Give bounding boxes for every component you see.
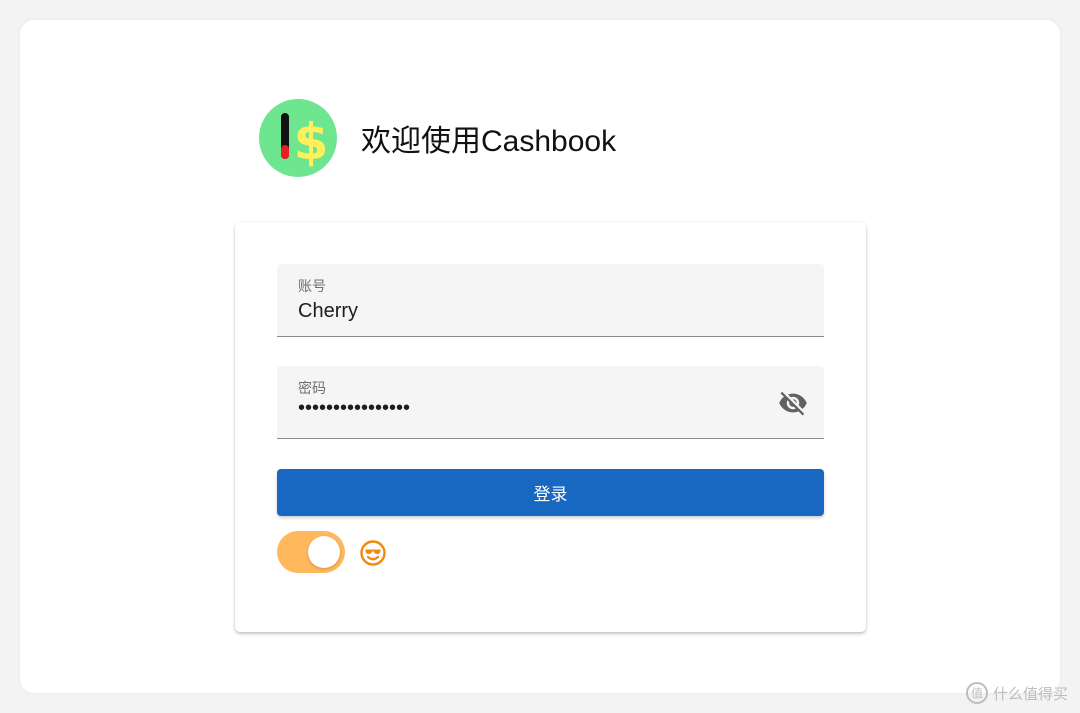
svg-text:值: 值 xyxy=(971,686,983,701)
account-label: 账号 xyxy=(298,279,326,295)
account-input[interactable] xyxy=(298,300,758,323)
cashbook-logo-icon: $ xyxy=(259,99,337,177)
sunglasses-emoji-icon xyxy=(359,539,387,567)
toggle-knob xyxy=(308,536,340,568)
header: $ 欢迎使用Cashbook xyxy=(259,98,616,178)
watermark-text: 什么值得买 xyxy=(992,684,1068,703)
login-card: 账号 密码 •••••••••••••••• 登录 xyxy=(235,222,866,632)
account-field[interactable]: 账号 xyxy=(277,264,824,337)
password-input[interactable]: •••••••••••••••• xyxy=(298,397,758,420)
watermark-logo-icon: 值 xyxy=(965,681,989,705)
watermark: 值 什么值得买 xyxy=(965,681,1068,705)
password-field[interactable]: 密码 •••••••••••••••• xyxy=(277,366,824,439)
page-title: 欢迎使用Cashbook xyxy=(361,125,617,158)
eye-off-icon[interactable] xyxy=(778,388,808,418)
password-label: 密码 xyxy=(298,381,326,397)
login-button[interactable]: 登录 xyxy=(277,469,824,516)
svg-text:$: $ xyxy=(294,113,329,171)
theme-toggle[interactable] xyxy=(277,531,345,573)
